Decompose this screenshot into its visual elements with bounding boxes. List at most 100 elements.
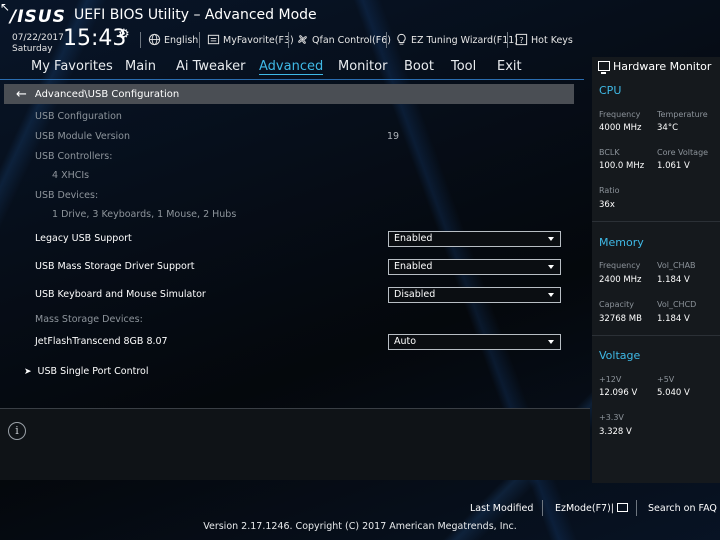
usb-mass-storage-driver-label: USB Mass Storage Driver Support (35, 261, 195, 272)
hw-section-divider (592, 335, 720, 336)
v5-value: 5.040 V (657, 388, 690, 398)
vol-chab-value: 1.184 V (657, 275, 690, 285)
jetflash-device-label: JetFlashTranscend 8GB 8.07 (35, 336, 168, 347)
memory-heading: Memory (599, 236, 644, 249)
header-divider (507, 32, 508, 48)
memory-capacity-label: Capacity (599, 300, 634, 309)
usb-mass-storage-driver-value: Enabled (394, 261, 433, 272)
help-info-area: i (0, 409, 590, 480)
menu-item-advanced[interactable]: Advanced (259, 59, 324, 75)
qfan-control-button[interactable]: Qfan Control(F6) (296, 33, 391, 46)
breadcrumb-path: Advanced\USB Configuration (34, 88, 180, 100)
back-arrow-icon[interactable]: ← (16, 87, 27, 102)
info-icon: i (8, 422, 26, 440)
language-label: English (164, 35, 199, 46)
usb-devices-value: 1 Drive, 3 Keyboards, 1 Mouse, 2 Hubs (52, 209, 237, 220)
help-key-icon: ? (515, 33, 528, 46)
vol-chcd-label: Vol_CHCD (657, 300, 697, 309)
usb-module-version-label: USB Module Version (35, 131, 131, 142)
clock-time[interactable]: 15:43 (63, 26, 126, 51)
cpu-frequency-label: Frequency (599, 110, 641, 119)
cpu-temperature-label: Temperature (657, 110, 708, 119)
hot-keys-label: Hot Keys (531, 35, 573, 46)
menu-item-monitor[interactable]: Monitor (338, 59, 387, 74)
menu-underline-divider (0, 79, 584, 80)
main-menu-bar: My Favorites Main Ai Tweaker Advanced Mo… (0, 57, 584, 79)
clock-settings-gear-icon[interactable]: ⚙ (118, 27, 130, 42)
monitor-icon (598, 61, 610, 74)
globe-icon (148, 33, 161, 46)
hot-keys-button[interactable]: ? Hot Keys (515, 33, 573, 46)
memory-capacity-value: 32768 MB (599, 314, 642, 324)
menu-item-main[interactable]: Main (125, 59, 156, 74)
dropdown-caret-icon (548, 340, 554, 344)
myfavorite-label: MyFavorite(F3) (223, 35, 294, 46)
menu-item-tool[interactable]: Tool (451, 59, 476, 74)
ezmode-button[interactable]: EzMode(F7)| (555, 503, 628, 514)
mass-storage-devices-label: Mass Storage Devices: (35, 314, 143, 325)
ez-tuning-wizard-button[interactable]: EZ Tuning Wizard(F11) (395, 33, 518, 46)
fan-icon (298, 35, 307, 44)
exit-to-ezmode-icon (617, 503, 628, 512)
qfan-label: Qfan Control(F6) (312, 35, 391, 46)
core-voltage-label: Core Voltage (657, 148, 709, 157)
bclk-value: 100.0 MHz (599, 161, 645, 171)
legacy-usb-support-label: Legacy USB Support (35, 233, 132, 244)
copyright-text: Version 2.17.1246. Copyright (C) 2017 Am… (203, 521, 517, 532)
core-voltage-value: 1.061 V (657, 161, 690, 171)
ez-tuning-label: EZ Tuning Wizard(F11) (411, 35, 519, 46)
dropdown-caret-icon (548, 237, 554, 241)
usb-kbd-mouse-simulator-value: Disabled (394, 289, 436, 300)
menu-item-my-favorites[interactable]: My Favorites (31, 59, 113, 74)
header-divider (386, 32, 387, 48)
date-text: 07/22/2017 (12, 33, 64, 43)
header-divider (288, 32, 289, 48)
usb-single-port-control-link[interactable]: ➤ USB Single Port Control (24, 366, 149, 377)
hw-section-divider (592, 221, 720, 222)
submenu-arrow-icon: ➤ (24, 367, 32, 377)
lightbulb-icon (397, 33, 406, 45)
menu-item-exit[interactable]: Exit (497, 59, 522, 74)
myfavorite-button[interactable]: MyFavorite(F3) (207, 33, 294, 46)
header: ↖ /ISUS UEFI BIOS Utility – Advanced Mod… (0, 0, 720, 56)
vol-chab-label: Vol_CHAB (657, 261, 696, 270)
breadcrumb[interactable]: ← Advanced\USB Configuration (4, 84, 574, 104)
v12-value: 12.096 V (599, 388, 638, 398)
usb-controllers-label: USB Controllers: (35, 151, 113, 162)
usb-configuration-panel: USB Configuration USB Module Version 19 … (0, 104, 584, 408)
hardware-monitor-title: Hardware Monitor (613, 60, 712, 73)
language-button[interactable]: English (148, 33, 198, 46)
vol-chcd-value: 1.184 V (657, 314, 690, 324)
dropdown-caret-icon (548, 293, 554, 297)
usb-kbd-mouse-simulator-select[interactable]: Disabled (388, 287, 561, 303)
header-divider (199, 32, 200, 48)
header-divider (140, 32, 141, 48)
footer-divider (636, 500, 637, 516)
day-text: Saturday (12, 44, 53, 54)
v33-value: 3.328 V (599, 427, 632, 437)
legacy-usb-support-select[interactable]: Enabled (388, 231, 561, 247)
hardware-monitor-panel: Hardware Monitor CPU Frequency Temperatu… (592, 57, 720, 483)
svg-text:?: ? (519, 35, 523, 45)
mouse-cursor-icon: ↖ (0, 0, 11, 14)
last-modified-button[interactable]: Last Modified (470, 503, 533, 514)
jetflash-emulation-select[interactable]: Auto (388, 334, 561, 350)
memory-frequency-value: 2400 MHz (599, 275, 642, 285)
jetflash-emulation-value: Auto (394, 336, 417, 347)
usb-single-port-control-label: USB Single Port Control (37, 366, 149, 377)
usb-mass-storage-driver-select[interactable]: Enabled (388, 259, 561, 275)
section-title: USB Configuration (35, 111, 122, 122)
legacy-usb-support-value: Enabled (394, 233, 433, 244)
voltage-heading: Voltage (599, 349, 641, 362)
dropdown-caret-icon (548, 265, 554, 269)
date-display: 07/22/2017 Saturday (12, 33, 64, 55)
menu-item-ai-tweaker[interactable]: Ai Tweaker (176, 59, 245, 74)
cpu-frequency-value: 4000 MHz (599, 123, 642, 133)
footer-divider (542, 500, 543, 516)
app-title: UEFI BIOS Utility – Advanced Mode (74, 7, 317, 23)
ezmode-label: EzMode(F7)| (555, 503, 614, 514)
cpu-temperature-value: 34°C (657, 123, 679, 133)
menu-item-boot[interactable]: Boot (404, 59, 434, 74)
search-faq-button[interactable]: Search on FAQ (648, 503, 717, 514)
v33-label: +3.3V (599, 413, 624, 422)
